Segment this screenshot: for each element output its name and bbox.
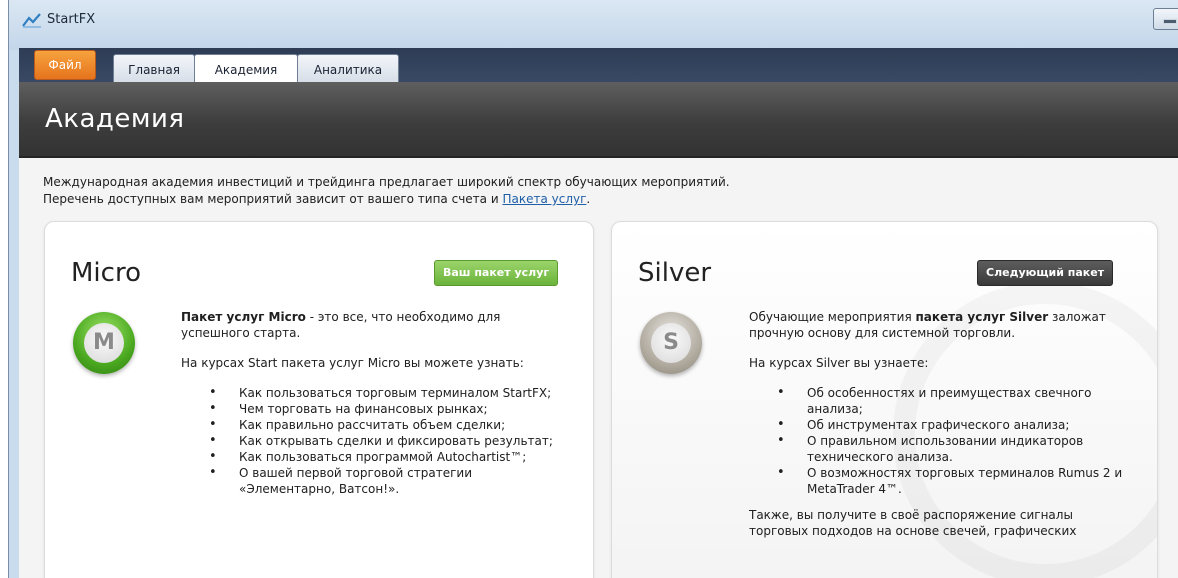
- page-header: Академия: [19, 82, 1178, 158]
- micro-lead-bold: Пакет услуг Micro: [181, 310, 306, 324]
- intro-line-2-suffix: .: [586, 192, 591, 206]
- silver-description: Обучающие мероприятия пакета услуг Silve…: [749, 309, 1135, 553]
- micro-subhead: На курсах Start пакета услуг Micro вы мо…: [181, 356, 524, 370]
- intro-text: Международная академия инвестиций и трей…: [43, 174, 730, 208]
- list-item: Об особенностях и преимуществах свечного…: [777, 385, 1135, 417]
- micro-lead: Пакет услуг Micro - это все, что необход…: [181, 309, 561, 341]
- list-item: Как пользоваться торговым терминалом Sta…: [209, 385, 561, 401]
- silver-title: Silver: [638, 258, 712, 288]
- tab-file[interactable]: Файл: [34, 50, 96, 80]
- tab-academy[interactable]: Академия: [194, 54, 298, 84]
- list-item: Чем торговать на финансовых рынках;: [209, 401, 561, 417]
- list-item: О вашей первой торговой стратегии «Элеме…: [209, 465, 561, 497]
- main-content: Международная академия инвестиций и трей…: [19, 158, 1178, 578]
- minimize-button[interactable]: [1153, 8, 1178, 30]
- silver-subhead: На курсах Silver вы узнаете:: [749, 356, 929, 370]
- title-bar: StartFX: [9, 0, 1178, 50]
- tab-analytics[interactable]: Аналитика: [297, 54, 399, 83]
- silver-lead-bold: пакета услуг Silver: [915, 310, 1049, 324]
- micro-description: Пакет услуг Micro - это все, что необход…: [181, 309, 561, 507]
- silver-lead: Обучающие мероприятия пакета услуг Silve…: [749, 309, 1135, 341]
- page-title: Академия: [45, 104, 185, 134]
- list-item: Как открывать сделки и фиксировать резул…: [209, 433, 561, 449]
- micro-topics-list: Как пользоваться торговым терминалом Sta…: [181, 385, 561, 497]
- silver-package-card: Silver Следующий пакет S Обучающие мероп…: [611, 221, 1158, 578]
- micro-emblem-letter: M: [84, 323, 124, 363]
- list-item: Как правильно рассчитать объем сделки;: [209, 417, 561, 433]
- list-item: Как пользоваться программой Autochartist…: [209, 449, 561, 465]
- micro-package-card: Micro Ваш пакет услуг M Пакет услуг Micr…: [44, 221, 594, 578]
- silver-topics-list: Об особенностях и преимуществах свечного…: [749, 385, 1135, 497]
- micro-emblem-icon: M: [73, 312, 135, 374]
- intro-line-1: Международная академия инвестиций и трей…: [43, 175, 730, 189]
- service-package-link[interactable]: Пакета услуг: [502, 192, 586, 206]
- current-package-badge: Ваш пакет услуг: [434, 260, 559, 286]
- list-item: О правильном использовании индикаторов т…: [777, 433, 1135, 465]
- intro-line-2-text: Перечень доступных вам мероприятий завис…: [43, 192, 503, 206]
- silver-emblem-icon: S: [640, 312, 702, 374]
- silver-lead-prefix: Обучающие мероприятия: [749, 310, 916, 324]
- ribbon-tabbar: Файл Главная Академия Аналитика: [19, 48, 1178, 84]
- app-logo-icon: [22, 13, 41, 28]
- micro-title: Micro: [71, 258, 141, 288]
- tab-home[interactable]: Главная: [113, 54, 195, 83]
- next-package-badge: Следующий пакет: [977, 260, 1114, 286]
- silver-emblem-letter: S: [651, 323, 691, 363]
- list-item: Об инструментах графического анализа;: [777, 417, 1135, 433]
- list-item: О возможностях торговых терминалов Rumus…: [777, 465, 1135, 497]
- app-window: StartFX Файл Главная Академия Аналитика …: [8, 0, 1178, 578]
- silver-closing: Также, вы получите в своё распоряжение с…: [749, 508, 1077, 538]
- intro-line-2: Перечень доступных вам мероприятий завис…: [43, 191, 730, 208]
- window-title: StartFX: [47, 12, 96, 27]
- minimize-icon: [1163, 19, 1177, 24]
